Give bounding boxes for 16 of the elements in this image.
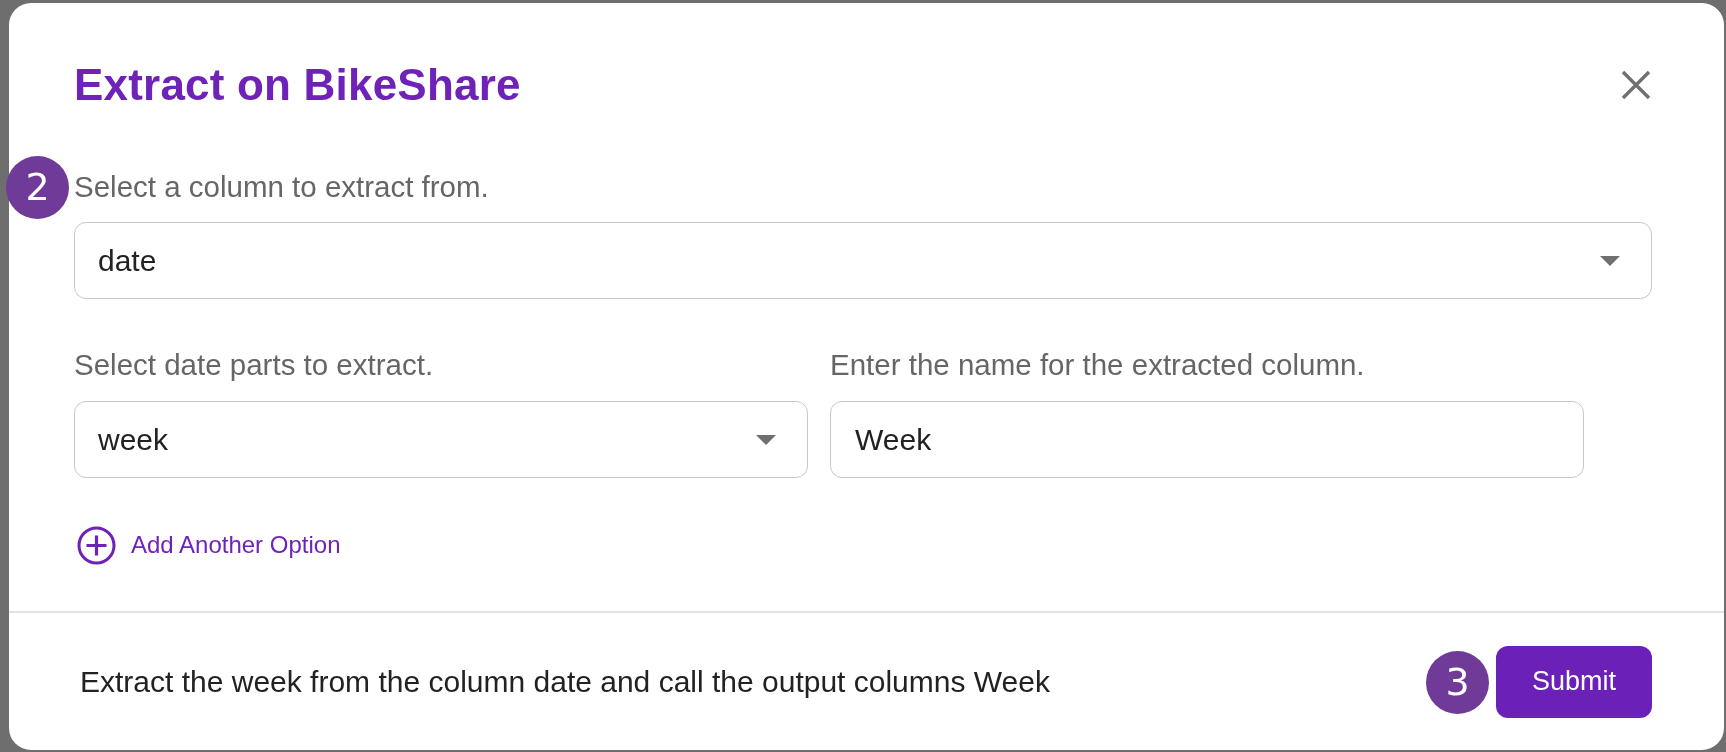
caret-icon (1600, 255, 1620, 266)
add-option-button[interactable]: Add Another Option (77, 525, 341, 565)
summary-text: Extract the week from the column date and call the output columns Week (80, 664, 1050, 699)
step-badge: 3 (1426, 650, 1489, 714)
dropdown-field[interactable]: week (74, 401, 808, 478)
field-label: Select a column to extract from. (74, 170, 489, 203)
step-badge: 2 (6, 155, 69, 219)
field-label: Select date parts to extract. (74, 348, 434, 381)
dropdown-field[interactable]: date (74, 222, 1652, 299)
dialog-title: Extract on BikeShare (74, 59, 521, 111)
field-label: Enter the name for the extracted column. (830, 348, 1365, 381)
submit-button[interactable]: Submit (1496, 645, 1652, 718)
close-icon (1621, 70, 1651, 100)
caret-icon (756, 434, 776, 445)
plus-circle-icon (77, 525, 116, 565)
text-input-field[interactable]: Week (830, 401, 1584, 478)
